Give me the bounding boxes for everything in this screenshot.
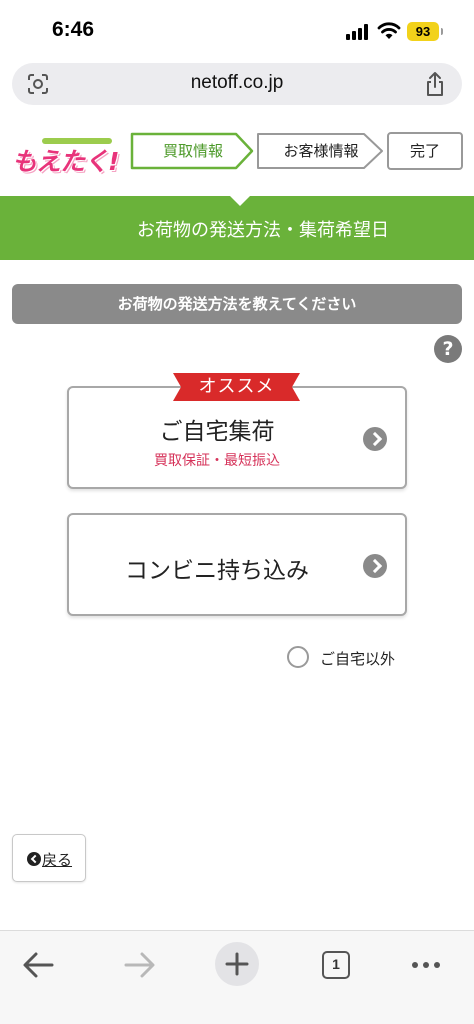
site-header: もえたく! 買取情報 お客様情報 完了	[0, 120, 474, 184]
battery-icon: 93	[407, 22, 443, 41]
url-text[interactable]: netoff.co.jp	[12, 72, 462, 94]
step-label: 完了	[409, 142, 440, 160]
more-icon[interactable]	[402, 939, 452, 989]
step-label: 買取情報	[162, 142, 223, 160]
option-subtitle: 買取保証・最短振込	[154, 453, 280, 469]
share-icon[interactable]	[424, 71, 446, 97]
chevron-right-icon	[363, 554, 387, 578]
recommended-ribbon: オススメ	[173, 373, 300, 401]
tabs-button[interactable]: 1	[311, 939, 361, 989]
back-button-label: 戻る	[42, 851, 73, 869]
step-label: お客様情報	[283, 142, 359, 160]
wifi-icon	[377, 22, 401, 39]
step-purchase-info: 買取情報	[130, 132, 256, 170]
option-title: ご自宅集荷	[159, 419, 275, 445]
tabs-icon: 1	[322, 951, 350, 979]
address-bar[interactable]: netoff.co.jp	[12, 63, 462, 105]
option-title: コンビニ持ち込み	[125, 558, 309, 584]
status-time: 6:46	[52, 18, 95, 41]
new-tab-button[interactable]	[212, 939, 262, 989]
forward-arrow-icon[interactable]	[114, 939, 164, 989]
chevron-left-circle-icon	[27, 852, 41, 866]
title-notch	[228, 194, 252, 206]
status-bar: 6:46 93	[0, 0, 474, 62]
help-icon[interactable]: ?	[434, 335, 462, 363]
back-button[interactable]: 戻る	[12, 834, 86, 882]
plus-icon	[225, 952, 249, 976]
step-customer-info: お客様情報	[256, 132, 386, 170]
chevron-right-icon	[363, 427, 387, 451]
home-pickup-option[interactable]: ご自宅集荷 買取保証・最短振込	[67, 386, 407, 489]
radio-label[interactable]: ご自宅以外	[320, 648, 395, 669]
page-title: お荷物の発送方法・集荷希望日	[137, 220, 389, 241]
site-logo[interactable]: もえたく!	[12, 136, 119, 176]
convenience-store-option[interactable]: コンビニ持ち込み	[67, 513, 407, 616]
radio-circle[interactable]	[287, 646, 309, 668]
signal-icon	[346, 24, 372, 40]
section-banner: お荷物の発送方法を教えてください	[12, 284, 462, 324]
browser-toolbar: 1	[0, 930, 474, 1024]
step-complete: 完了	[387, 132, 463, 170]
logo-text: もえたく!	[12, 147, 119, 176]
back-arrow-icon[interactable]	[14, 939, 64, 989]
